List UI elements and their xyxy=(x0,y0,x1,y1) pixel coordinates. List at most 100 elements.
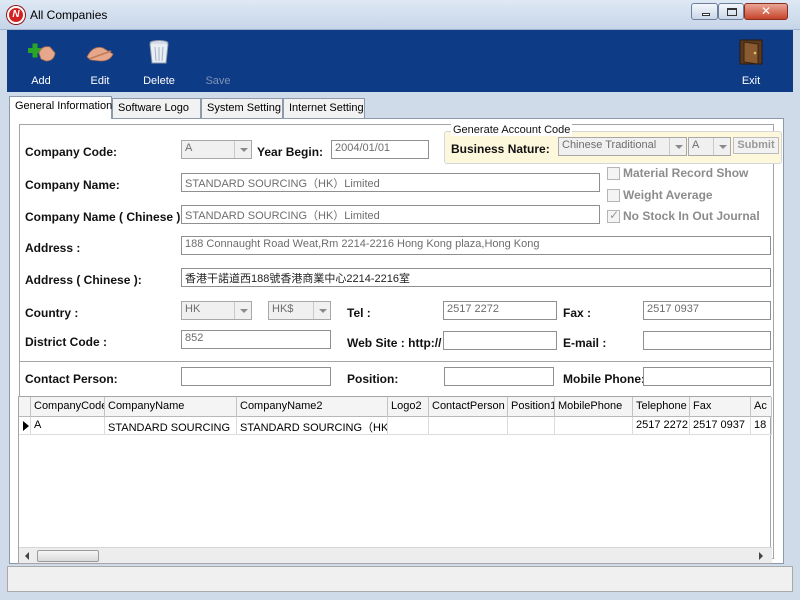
column-header[interactable]: MobilePhone xyxy=(555,397,633,417)
horizontal-scrollbar[interactable] xyxy=(19,547,772,563)
tab-general-information[interactable]: General Information xyxy=(9,96,112,119)
company-name-label: Company Name: xyxy=(25,178,120,192)
column-header[interactable]: CompanyCode xyxy=(31,397,105,417)
business-nature-value: Chinese Traditional xyxy=(562,139,657,151)
exit-button[interactable]: Exit xyxy=(721,30,781,92)
section-divider xyxy=(20,361,773,362)
material-record-checkbox[interactable] xyxy=(607,167,620,180)
material-record-label: Material Record Show xyxy=(623,166,749,180)
company-name-cn-field[interactable]: STANDARD SOURCING（HK）Limited xyxy=(181,205,600,224)
table-cell[interactable] xyxy=(555,417,633,435)
column-header[interactable]: CompanyName xyxy=(105,397,237,417)
title-bar: N All Companies ✕ xyxy=(0,0,800,30)
company-code-value: A xyxy=(185,142,193,154)
country-label: Country : xyxy=(25,306,79,320)
business-nature-label: Business Nature: xyxy=(451,142,550,156)
tab-internet-setting[interactable]: Internet Setting xyxy=(283,98,365,118)
address-cn-field[interactable]: 香港干諾道西188號香港商業中心2214-2216室 xyxy=(181,268,771,287)
add-hand-icon xyxy=(28,43,56,62)
table-cell[interactable]: 2517 0937 xyxy=(690,417,751,435)
mobile-phone-label: Mobile Phone: xyxy=(563,372,645,386)
minimize-icon xyxy=(702,13,710,16)
year-begin-field[interactable]: 2004/01/01 xyxy=(331,140,429,159)
fax-label: Fax : xyxy=(563,306,592,320)
table-cell[interactable]: 18 xyxy=(751,417,772,435)
table-row[interactable]: A STANDARD SOURCING（ STANDARD SOURCING（H… xyxy=(19,417,772,435)
mobile-phone-field[interactable] xyxy=(643,367,771,386)
window-title: All Companies xyxy=(30,8,108,22)
maximize-button[interactable] xyxy=(718,3,744,20)
close-button[interactable]: ✕ xyxy=(744,3,788,20)
close-icon: ✕ xyxy=(760,4,772,18)
group-title: Generate Account Code xyxy=(451,124,573,136)
scroll-left-icon[interactable] xyxy=(25,552,29,560)
district-code-field[interactable]: 852 xyxy=(181,330,331,349)
generate-account-code-group: Generate Account Code Business Nature: C… xyxy=(444,124,782,164)
table-cell[interactable]: STANDARD SOURCING（ xyxy=(105,417,237,435)
country-select[interactable]: HK xyxy=(181,301,252,320)
address-cn-label: Address ( Chinese ): xyxy=(25,273,142,287)
company-name-cn-label: Company Name ( Chinese ): xyxy=(25,210,185,224)
minimize-button[interactable] xyxy=(691,3,718,20)
table-cell[interactable] xyxy=(429,417,508,435)
delete-button[interactable]: Delete xyxy=(129,30,189,92)
column-header[interactable]: Ac xyxy=(751,397,772,417)
no-stock-journal-checkbox[interactable] xyxy=(607,208,620,223)
table-cell[interactable]: 2517 2272 xyxy=(633,417,690,435)
column-header[interactable]: Logo2 xyxy=(388,397,429,417)
edit-label: Edit xyxy=(90,75,110,87)
currency-select[interactable]: HK$ xyxy=(268,301,331,320)
tel-field[interactable]: 2517 2272 xyxy=(443,301,557,320)
scroll-right-icon[interactable] xyxy=(759,552,763,560)
fax-field[interactable]: 2517 0937 xyxy=(643,301,771,320)
column-header[interactable]: CompanyName2 xyxy=(237,397,388,417)
tab-software-logo[interactable]: Software Logo xyxy=(112,98,201,118)
app-logo-icon: N xyxy=(7,6,25,24)
no-stock-journal-label: No Stock In Out Journal xyxy=(623,209,760,223)
toolbar: Add Edit Delete Save Exit xyxy=(7,30,793,92)
tab-system-setting[interactable]: System Setting xyxy=(201,98,283,118)
district-code-label: District Code : xyxy=(25,335,108,349)
code-letter-select[interactable]: A xyxy=(688,137,731,156)
companies-grid: CompanyCode CompanyName CompanyName2 Log… xyxy=(18,396,772,564)
add-label: Add xyxy=(31,75,51,87)
country-value: HK xyxy=(185,303,201,315)
trash-can-icon xyxy=(149,40,169,64)
edit-button[interactable]: Edit xyxy=(70,30,130,92)
position-field[interactable] xyxy=(444,367,554,386)
grid-corner xyxy=(19,397,31,417)
weight-average-label: Weight Average xyxy=(623,188,713,202)
website-field[interactable] xyxy=(443,331,557,350)
maximize-icon xyxy=(727,8,737,16)
column-header[interactable]: ContactPerson xyxy=(429,397,508,417)
table-cell[interactable]: STANDARD SOURCING（HK xyxy=(237,417,388,435)
address-field[interactable]: 188 Connaught Road Weat,Rm 2214-2216 Hon… xyxy=(181,236,771,255)
website-label: Web Site : http:// xyxy=(347,336,442,350)
company-code-select[interactable]: A xyxy=(181,140,252,159)
chevron-down-icon xyxy=(669,138,686,155)
row-selector[interactable] xyxy=(19,417,31,435)
save-button[interactable]: Save xyxy=(188,30,248,92)
business-nature-select[interactable]: Chinese Traditional xyxy=(558,137,687,156)
table-cell[interactable] xyxy=(388,417,429,435)
column-header[interactable]: Position1 xyxy=(508,397,555,417)
company-name-field[interactable]: STANDARD SOURCING（HK）Limited xyxy=(181,173,600,192)
save-label: Save xyxy=(205,75,231,87)
code-letter-value: A xyxy=(692,139,700,151)
year-begin-label: Year Begin: xyxy=(257,145,324,159)
scrollbar-thumb[interactable] xyxy=(37,550,99,562)
email-field[interactable] xyxy=(643,331,771,350)
contact-person-label: Contact Person: xyxy=(25,372,118,386)
chevron-down-icon xyxy=(313,302,330,319)
company-code-label: Company Code: xyxy=(25,145,118,159)
weight-average-checkbox[interactable] xyxy=(607,189,620,202)
contact-person-field[interactable] xyxy=(181,367,331,386)
add-button[interactable]: Add xyxy=(11,30,71,92)
column-header[interactable]: Fax xyxy=(690,397,751,417)
position-label: Position: xyxy=(347,372,399,386)
table-cell[interactable]: A xyxy=(31,417,105,435)
address-label: Address : xyxy=(25,241,81,255)
column-header[interactable]: Telephone xyxy=(633,397,690,417)
submit-button[interactable]: Submit xyxy=(733,137,779,154)
table-cell[interactable] xyxy=(508,417,555,435)
